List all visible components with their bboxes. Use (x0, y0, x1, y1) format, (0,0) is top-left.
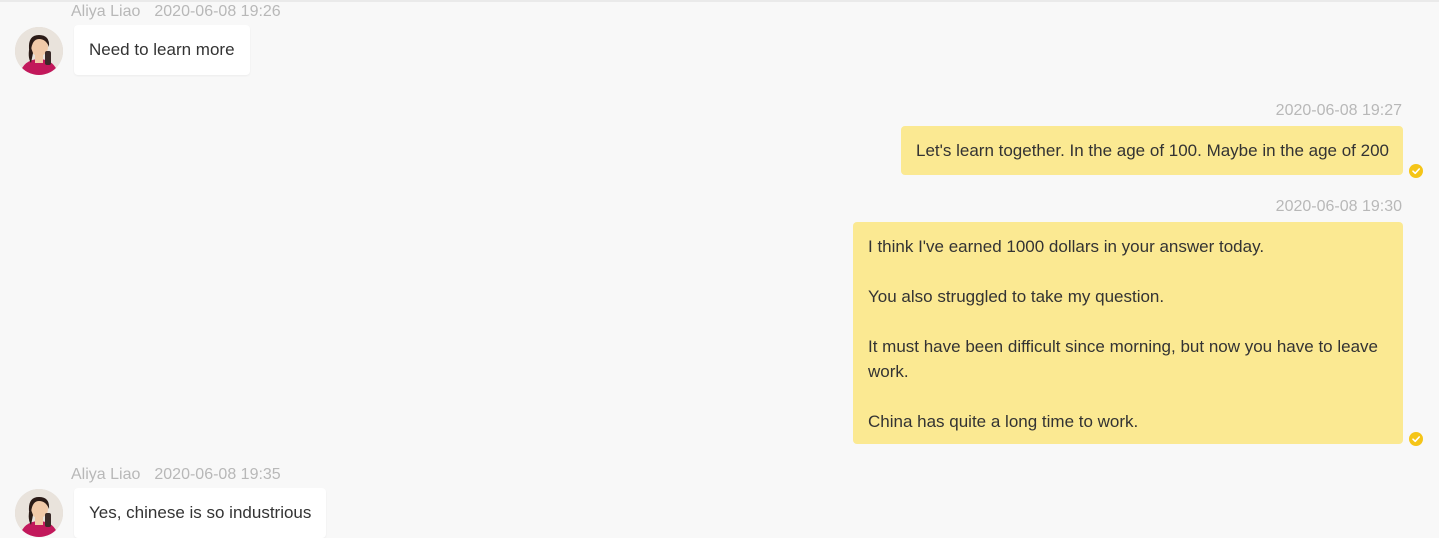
message-paragraph: I think I've earned 1000 dollars in your… (868, 237, 1265, 256)
message-time: 2020-06-08 19:35 (154, 466, 281, 483)
message-meta: Aliya Liao 2020-06-08 19:35 (71, 466, 281, 484)
sender-avatar[interactable] (15, 27, 63, 75)
sender-avatar[interactable] (15, 489, 63, 537)
message-time: 2020-06-08 19:27 (1275, 102, 1402, 119)
message-text: Let's learn together. In the age of 100.… (916, 141, 1389, 160)
check-circle-icon (1409, 432, 1423, 446)
message-bubble[interactable]: Need to learn more (74, 25, 250, 75)
message-bubble[interactable]: Let's learn together. In the age of 100.… (901, 126, 1403, 175)
message-time: 2020-06-08 19:30 (1275, 198, 1402, 215)
sender-name: Aliya Liao (71, 466, 141, 483)
message-bubble[interactable]: I think I've earned 1000 dollars in your… (853, 222, 1403, 444)
message-bubble[interactable]: Yes, chinese is so industrious (74, 488, 327, 538)
chat-message-list[interactable]: Aliya Liao 2020-06-08 19:26 Need to learn… (0, 0, 1439, 538)
message-paragraph: It must have been difficult since mornin… (868, 337, 1378, 381)
check-circle-icon (1409, 164, 1423, 178)
message-paragraph: You also struggled to take my question. (868, 287, 1165, 306)
message-paragraph: China has quite a long time to work. (868, 412, 1139, 431)
message-time: 2020-06-08 19:26 (154, 3, 281, 20)
sender-name: Aliya Liao (71, 3, 141, 20)
message-meta: Aliya Liao 2020-06-08 19:26 (71, 3, 281, 21)
